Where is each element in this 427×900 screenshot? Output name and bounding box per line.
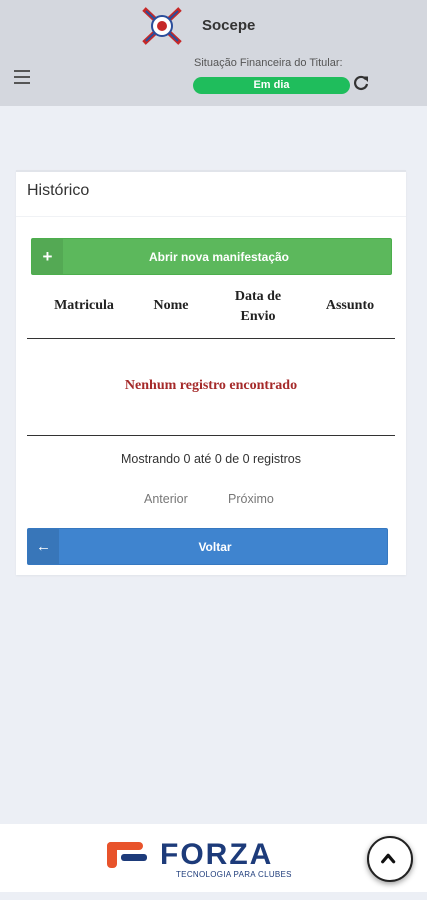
chevron-up-icon — [381, 853, 396, 864]
club-logo — [142, 7, 182, 45]
forza-tagline: TECNOLOGIA PARA CLUBES — [176, 870, 292, 879]
column-header-nome[interactable]: Nome — [146, 298, 196, 314]
refresh-icon[interactable] — [352, 74, 370, 92]
table-header-divider — [27, 338, 395, 339]
next-page-button[interactable]: Próximo — [228, 492, 274, 506]
new-manifestation-label: Abrir nova manifestação — [148, 249, 290, 264]
forza-wordmark: FORZA — [160, 838, 274, 871]
back-button-label: Voltar — [198, 539, 232, 554]
table-footer-divider — [27, 435, 395, 436]
financial-status-label: Situação Financeira do Titular: — [194, 57, 343, 69]
previous-page-button[interactable]: Anterior — [144, 492, 188, 506]
app-header: Socepe Situação Financeira do Titular: E… — [0, 0, 427, 106]
history-card: Histórico + Abrir nova manifestação Matr… — [16, 170, 406, 575]
back-button[interactable]: ← Voltar — [27, 528, 388, 565]
forza-logo: FORZA TECNOLOGIA PARA CLUBES — [107, 838, 315, 879]
table-info: Mostrando 0 até 0 de 0 registros — [121, 452, 301, 466]
hamburger-icon[interactable] — [14, 70, 30, 84]
new-manifestation-button[interactable]: + Abrir nova manifestação — [31, 238, 392, 275]
arrow-left-icon: ← — [28, 529, 59, 564]
club-name: Socepe — [202, 17, 256, 34]
plus-icon: + — [32, 239, 63, 274]
empty-table-message: Nenhum registro encontrado — [124, 378, 298, 393]
scroll-top-button[interactable] — [367, 836, 413, 882]
column-header-assunto[interactable]: Assunto — [318, 298, 382, 314]
app-footer: FORZA TECNOLOGIA PARA CLUBES — [0, 824, 427, 892]
forza-mark-icon — [107, 842, 147, 868]
column-header-data-envio[interactable]: Data de Envio — [226, 287, 290, 327]
page-title: Histórico — [27, 182, 90, 199]
title-divider — [16, 216, 406, 217]
column-header-matricula[interactable]: Matricula — [52, 298, 116, 314]
financial-status-badge: Em dia — [193, 77, 350, 94]
